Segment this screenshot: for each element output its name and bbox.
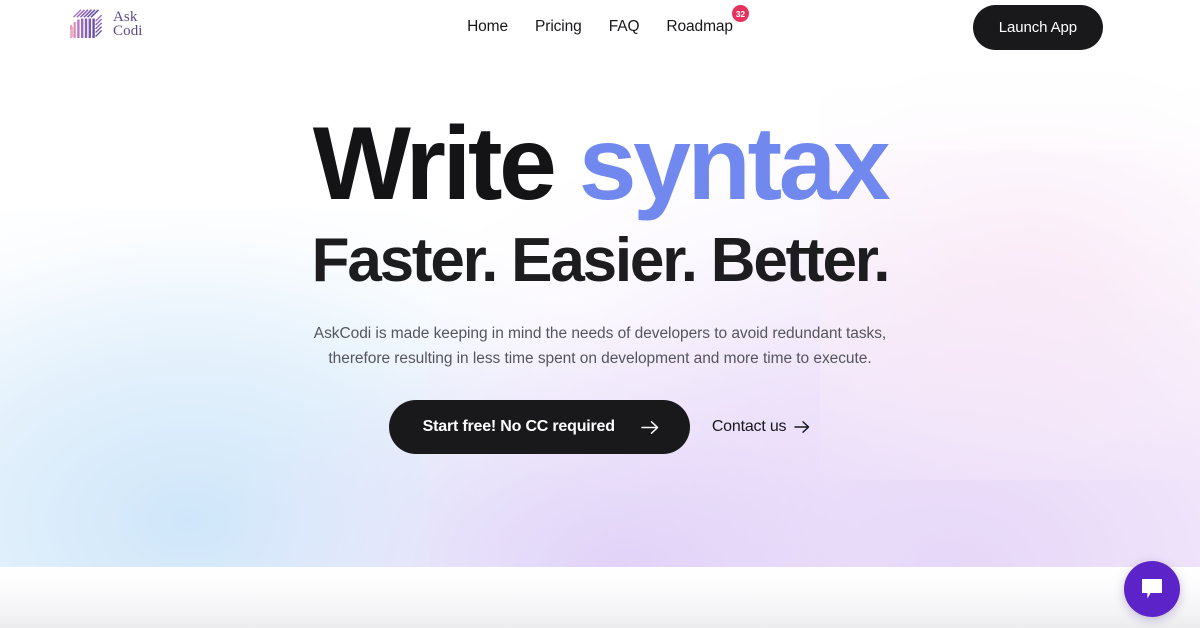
nav-item-faq[interactable]: FAQ [609,18,640,36]
nav-label-pricing: Pricing [535,18,582,35]
contact-us-label: Contact us [711,418,787,435]
nav-label-home: Home [467,18,509,35]
hero-headline-part1: Write [312,106,557,222]
contact-us-link[interactable]: Contact us [712,418,812,436]
chat-widget-button[interactable] [1124,561,1180,617]
nav-label-roadmap: Roadmap [666,18,733,35]
arrow-right-icon [641,420,659,434]
start-free-label: Start free! No CC required [422,418,615,435]
nav-item-roadmap[interactable]: Roadmap 32 [666,5,749,36]
roadmap-count-badge: 32 [731,5,749,22]
nav-item-pricing[interactable]: Pricing [535,18,582,36]
nav-label-faq: FAQ [608,18,640,35]
hero-headline-accent: syntax [578,106,891,222]
hero-description: AskCodi is made keeping in mind the need… [313,325,887,367]
next-section [0,567,1200,628]
start-free-button[interactable]: Start free! No CC required [388,400,690,454]
hero-headline: Write syntax [313,112,891,216]
launch-app-button[interactable]: Launch App [972,5,1103,50]
hero-cta-group: Start free! No CC required Contact us [388,400,812,454]
chat-bubble-icon [1142,579,1162,599]
arrow-right-icon [794,421,810,433]
landing-page: Ask Codi Home Pricing FAQ Roadmap 32 Lau… [0,0,1200,628]
hero-section: Write syntax Faster. Easier. Better. Ask… [0,0,1200,567]
hero-subheadline: Faster. Easier. Better. [311,226,891,295]
nav-item-home[interactable]: Home [467,18,508,36]
site-header: Ask Codi Home Pricing FAQ Roadmap 32 Lau… [0,0,1200,54]
